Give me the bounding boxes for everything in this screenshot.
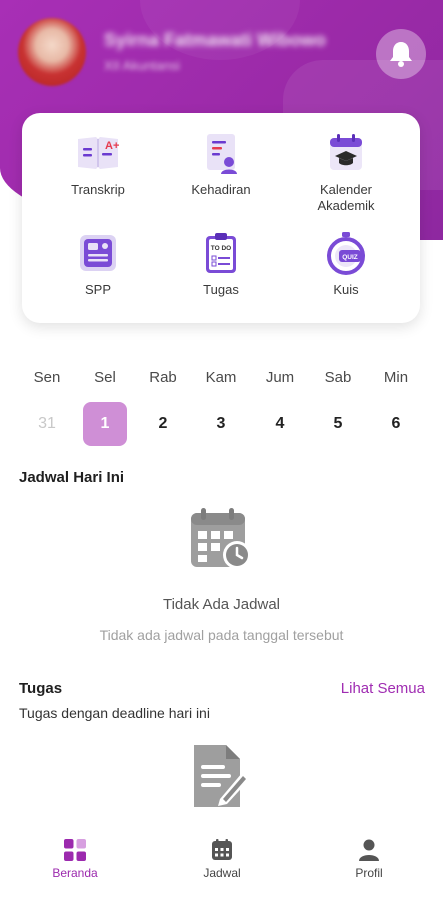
user-class: XII Akuntansi [104, 58, 180, 73]
day-name: Jum [265, 369, 295, 386]
day-date: 31 [38, 415, 56, 432]
day-name: Sab [324, 369, 352, 386]
quick-menu-card: A+ Transkrip Kehadiran Kalender Akademik… [22, 113, 420, 323]
todo-clipboard-icon: TO DO [206, 233, 236, 273]
day-date: 5 [333, 415, 343, 432]
day-name: Kam [205, 369, 237, 386]
nav-label: Beranda [52, 866, 98, 880]
payment-icon [80, 235, 116, 271]
tasks-section-title: Tugas [19, 680, 63, 697]
nav-beranda[interactable]: Beranda [20, 838, 130, 880]
day-item[interactable]: Sab 5 [315, 368, 361, 446]
user-name: Syirna Fatmawati Wibowo [104, 30, 326, 50]
menu-item-kalender-akademik[interactable]: Kalender Akademik [286, 131, 406, 214]
nav-label: Jadwal [203, 866, 241, 880]
menu-item-tugas[interactable]: TO DO Tugas [161, 231, 281, 298]
transcript-icon: A+ [78, 137, 119, 169]
nav-label: Profil [355, 866, 383, 880]
empty-calendar-icon [191, 508, 251, 569]
day-item[interactable]: Jum 4 [257, 368, 303, 446]
day-date: 6 [391, 415, 401, 432]
day-item[interactable]: Kam 3 [198, 368, 244, 446]
empty-schedule-subtitle: Tidak ada jadwal pada tanggal tersebut [99, 627, 344, 643]
menu-item-kuis[interactable]: QUIZ Kuis [286, 231, 406, 298]
calendar-icon [212, 839, 232, 860]
quiz-stopwatch-icon: QUIZ [327, 232, 365, 275]
schedule-section-title: Jadwal Hari Ini [19, 469, 125, 486]
menu-label: Kalender Akademik [317, 182, 375, 213]
week-day-strip: Sen 31 Sel 1 Rab 2 Kam 3 Jum 4 Sab 5 Min… [18, 368, 425, 446]
menu-label: Kehadiran [191, 182, 251, 197]
nav-profil[interactable]: Profil [314, 838, 424, 880]
day-item[interactable]: Sen 31 [24, 368, 70, 446]
menu-item-transkrip[interactable]: A+ Transkrip [38, 131, 158, 198]
day-date: 4 [275, 415, 285, 432]
bell-icon [390, 42, 412, 67]
day-name: Sel [94, 369, 116, 386]
todo-text: TO DO [211, 245, 231, 252]
day-item[interactable]: Min 6 [373, 368, 419, 446]
day-name: Rab [149, 369, 177, 386]
menu-label: Tugas [203, 282, 239, 297]
academic-calendar-icon [330, 134, 362, 170]
attendance-icon [207, 134, 237, 174]
see-all-link[interactable]: Lihat Semua [341, 680, 425, 697]
menu-item-kehadiran[interactable]: Kehadiran [161, 131, 281, 198]
notification-button[interactable] [376, 29, 426, 79]
menu-label: Transkrip [71, 182, 125, 197]
home-grid-icon [64, 839, 86, 861]
bottom-navigation: Beranda Jadwal Profil [0, 826, 443, 900]
day-date: 3 [216, 415, 226, 432]
day-date: 2 [158, 415, 168, 432]
day-name: Min [383, 369, 409, 386]
empty-task-document-icon [194, 745, 249, 807]
day-item[interactable]: Rab 2 [140, 368, 186, 446]
nav-jadwal[interactable]: Jadwal [167, 838, 277, 880]
tasks-subtitle: Tugas dengan deadline hari ini [19, 705, 210, 721]
empty-schedule-title: Tidak Ada Jadwal [162, 596, 280, 613]
quiz-text: QUIZ [342, 254, 358, 261]
day-date: 1 [83, 402, 127, 446]
menu-label: SPP [84, 282, 111, 297]
day-name: Sen [33, 369, 61, 386]
user-icon [359, 839, 379, 861]
day-item-selected[interactable]: Sel 1 [82, 368, 128, 446]
avatar[interactable] [18, 18, 86, 86]
menu-item-spp[interactable]: SPP [38, 231, 158, 298]
transcript-grade: A+ [105, 140, 119, 152]
menu-label: Kuis [333, 282, 359, 297]
